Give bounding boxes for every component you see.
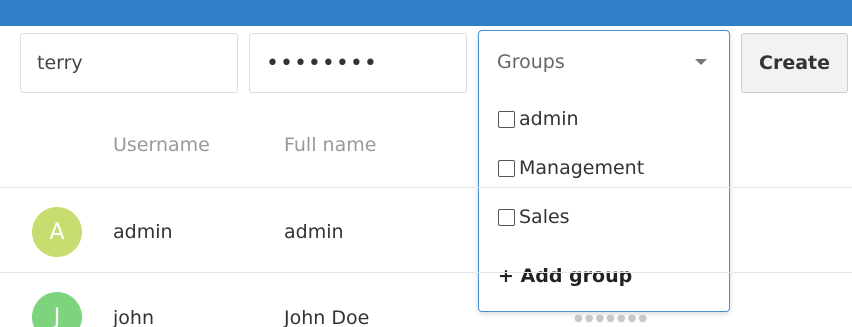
checkbox-icon[interactable] [498, 159, 515, 177]
avatar: A [32, 207, 82, 257]
avatar: J [32, 292, 82, 327]
row-full-name: John Doe [284, 307, 370, 327]
create-button[interactable]: Create [741, 33, 848, 93]
group-option-label: Sales [519, 206, 570, 228]
row-username: admin [113, 221, 173, 243]
password-value: •••••••• [266, 50, 378, 76]
group-option-label: Management [519, 157, 645, 179]
username-input[interactable]: terry [20, 33, 238, 93]
top-bar [0, 0, 852, 26]
checkbox-icon[interactable] [498, 208, 515, 226]
add-group-button[interactable]: + Add group [498, 265, 632, 287]
row-full-name: admin [284, 221, 344, 243]
groups-select[interactable]: Groups [479, 31, 729, 93]
row-divider [0, 272, 852, 273]
group-option-admin[interactable]: admin [498, 108, 579, 130]
password-input[interactable]: •••••••• [249, 33, 467, 93]
group-option-sales[interactable]: Sales [498, 206, 570, 228]
groups-dropdown[interactable]: Groups admin Management Sales + Add grou… [478, 30, 730, 312]
group-option-management[interactable]: Management [498, 157, 644, 179]
checkbox-icon[interactable] [498, 110, 515, 128]
username-value: terry [37, 52, 83, 74]
row-divider [0, 187, 852, 188]
column-header-full-name[interactable]: Full name [284, 134, 376, 156]
row-username: john [113, 307, 154, 327]
caret-down-icon [695, 59, 707, 65]
password-mask: ●●●●●●● [574, 313, 650, 324]
groups-placeholder: Groups [497, 51, 565, 73]
group-option-label: admin [519, 108, 579, 130]
column-header-username[interactable]: Username [113, 134, 210, 156]
